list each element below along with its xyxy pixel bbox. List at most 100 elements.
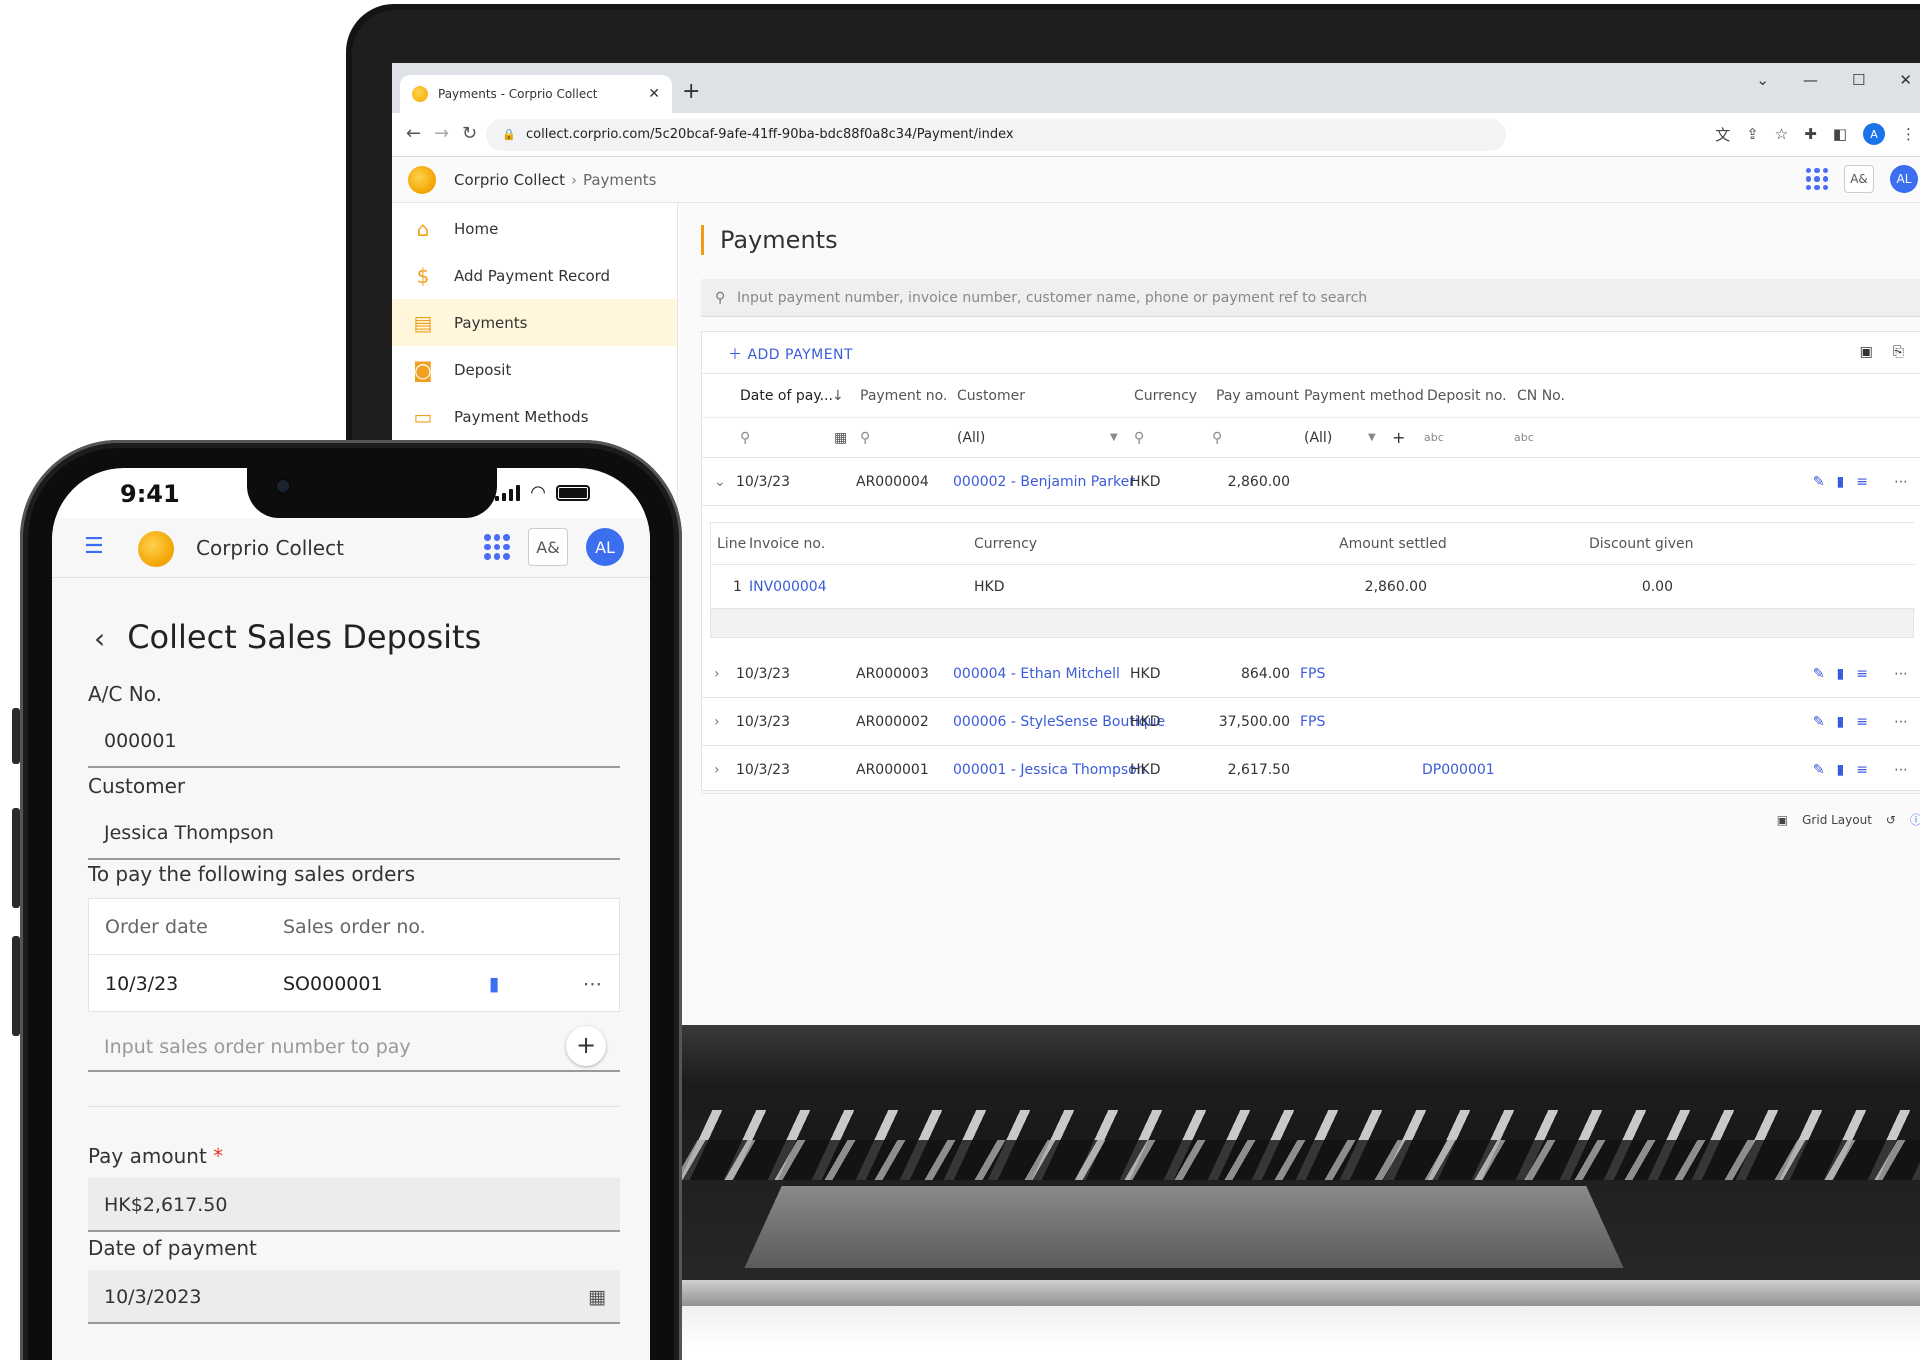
date-of-payment-field[interactable]: 10/3/2023 ▦ (88, 1270, 620, 1324)
details-icon[interactable]: ≡ (1856, 698, 1868, 746)
edit-icon[interactable]: ✎ (1813, 746, 1825, 794)
details-icon[interactable]: ≡ (1856, 746, 1868, 794)
add-sales-order-button[interactable]: + (566, 1026, 606, 1066)
new-tab-icon[interactable]: + (682, 79, 700, 104)
cell-customer-link[interactable]: 000001 - Jessica Thompson (953, 746, 1146, 794)
edit-icon[interactable]: ✎ (1813, 650, 1825, 698)
column-chooser-icon[interactable]: ▣ (1860, 344, 1873, 360)
add-payment-button[interactable]: ＋ ADD PAYMENT (728, 344, 853, 364)
maximize-icon[interactable]: ☐ (1852, 71, 1865, 89)
col-currency[interactable]: Currency (1134, 374, 1197, 418)
reset-icon[interactable]: ↺ (1886, 813, 1896, 827)
save-icon[interactable]: ▣ (1777, 813, 1788, 827)
cell-customer-link[interactable]: 000004 - Ethan Mitchell (953, 650, 1120, 698)
delete-icon[interactable]: ▮ (1837, 698, 1845, 746)
cell-method-link[interactable]: FPS (1300, 698, 1325, 746)
user-avatar[interactable]: AL (1890, 165, 1918, 193)
customer-filter-select[interactable]: (All) (957, 418, 985, 458)
sales-order-input[interactable]: Input sales order number to pay + (88, 1022, 620, 1072)
corprio-logo[interactable] (138, 531, 174, 567)
extensions-puzzle-icon[interactable]: ✚ (1804, 125, 1817, 143)
col-date[interactable]: Date of pay... (740, 374, 833, 418)
sidebar-item-payments[interactable]: ▤ Payments (392, 299, 677, 346)
delete-icon[interactable]: ▮ (1837, 458, 1845, 506)
search-input[interactable]: ⚲ Input payment number, invoice number, … (701, 279, 1920, 317)
dropdown-arrow-icon[interactable]: ▼ (1110, 418, 1118, 458)
share-icon[interactable]: ⇪ (1746, 125, 1759, 143)
delete-icon[interactable]: ▮ (489, 955, 499, 1013)
bookmark-star-icon[interactable]: ☆ (1775, 125, 1788, 143)
corprio-logo[interactable] (408, 166, 436, 194)
text-filter-icon[interactable]: abc (1514, 418, 1534, 458)
cell-customer-link[interactable]: 000002 - Benjamin Parker (953, 458, 1135, 506)
side-panel-icon[interactable]: ◧ (1833, 125, 1847, 143)
forward-icon[interactable]: → (434, 123, 449, 144)
customer-field[interactable]: Jessica Thompson (88, 806, 620, 860)
details-icon[interactable]: ≡ (1856, 650, 1868, 698)
expand-chevron-icon[interactable]: › (714, 746, 720, 794)
table-row[interactable]: › 10/3/23 AR000001 000001 - Jessica Thom… (702, 746, 1920, 794)
col-deposit-no[interactable]: Deposit no. (1427, 374, 1507, 418)
ac-no-field[interactable]: 000001 (88, 714, 620, 768)
collapse-chevron-icon[interactable]: ⌄ (714, 458, 726, 506)
pay-amount-field[interactable]: HK$2,617.50 (88, 1178, 620, 1232)
app-launcher-icon[interactable] (484, 534, 510, 560)
col-pay-amount[interactable]: Pay amount (1216, 374, 1299, 418)
invoice-link[interactable]: INV000004 (749, 565, 827, 609)
translate-icon[interactable]: 文 (1715, 124, 1730, 145)
browser-menu-icon[interactable]: ⋮ (1901, 125, 1916, 143)
sidebar-item-home[interactable]: ⌂ Home (392, 205, 677, 252)
back-chevron-icon[interactable]: ‹ (94, 622, 105, 655)
cell-method-link[interactable]: FPS (1300, 650, 1325, 698)
col-payment-no[interactable]: Payment no. (860, 374, 947, 418)
dropdown-arrow-icon[interactable]: ▼ (1368, 418, 1376, 458)
col-cn-no[interactable]: CN No. (1517, 374, 1565, 418)
language-button[interactable]: A& (1844, 165, 1874, 193)
cell-deposit-link[interactable]: DP000001 (1422, 746, 1495, 794)
details-icon[interactable]: ≡ (1856, 458, 1868, 506)
calendar-icon[interactable]: ▦ (834, 418, 847, 458)
col-customer[interactable]: Customer (957, 374, 1025, 418)
delete-icon[interactable]: ▮ (1837, 650, 1845, 698)
close-tab-icon[interactable]: ✕ (648, 86, 660, 102)
add-filter-icon[interactable]: + (1392, 418, 1405, 458)
grid-layout-label[interactable]: Grid Layout (1802, 813, 1872, 827)
minimize-icon[interactable]: — (1803, 71, 1818, 89)
help-icon[interactable]: ⓘ (1910, 811, 1920, 828)
edit-icon[interactable]: ✎ (1813, 458, 1825, 506)
expand-chevron-icon[interactable]: › (714, 698, 720, 746)
table-row[interactable]: › 10/3/23 AR000002 000006 - StyleSense B… (702, 698, 1920, 746)
table-row[interactable]: ⌄ 10/3/23 AR000004 000002 - Benjamin Par… (702, 458, 1920, 506)
sort-desc-icon[interactable]: ↓ (832, 374, 844, 418)
hamburger-menu-icon[interactable]: ☰ (84, 534, 104, 559)
text-filter-icon[interactable]: abc (1424, 418, 1444, 458)
language-button[interactable]: A& (528, 528, 568, 566)
table-row[interactable]: › 10/3/23 AR000003 000004 - Ethan Mitche… (702, 650, 1920, 698)
address-bar[interactable]: 🔒 collect.corprio.com/5c20bcaf-9afe-41ff… (486, 119, 1506, 151)
delete-icon[interactable]: ▮ (1837, 746, 1845, 794)
user-avatar[interactable]: AL (586, 528, 624, 566)
sidebar-item-payment-methods[interactable]: ▭ Payment Methods (392, 393, 677, 440)
method-filter-select[interactable]: (All) (1304, 418, 1332, 458)
edit-icon[interactable]: ✎ (1813, 698, 1825, 746)
back-icon[interactable]: ← (406, 123, 421, 144)
sidebar-item-add-payment-record[interactable]: $ Add Payment Record (392, 252, 677, 299)
browser-tab[interactable]: Payments - Corprio Collect ✕ (400, 75, 672, 113)
app-launcher-icon[interactable] (1806, 168, 1828, 190)
browser-profile-avatar[interactable]: A (1863, 123, 1885, 145)
filter-search-icon[interactable]: ⚲ (1134, 418, 1144, 458)
more-icon[interactable]: ⋯ (1894, 650, 1908, 698)
filter-search-icon[interactable]: ⚲ (1212, 418, 1222, 458)
tab-search-icon[interactable]: ⌄ (1756, 71, 1769, 89)
expand-chevron-icon[interactable]: › (714, 650, 720, 698)
filter-search-icon[interactable]: ⚲ (860, 418, 870, 458)
reload-icon[interactable]: ↻ (462, 123, 477, 144)
more-icon[interactable]: ⋯ (1894, 698, 1908, 746)
breadcrumb-root[interactable]: Corprio Collect (454, 171, 565, 189)
close-window-icon[interactable]: ✕ (1899, 71, 1912, 89)
filter-search-icon[interactable]: ⚲ (740, 418, 750, 458)
more-icon[interactable]: ⋯ (583, 955, 602, 1013)
sidebar-item-deposit[interactable]: ◙ Deposit (392, 346, 677, 393)
more-icon[interactable]: ⋯ (1894, 746, 1908, 794)
calendar-icon[interactable]: ▦ (588, 1270, 606, 1324)
